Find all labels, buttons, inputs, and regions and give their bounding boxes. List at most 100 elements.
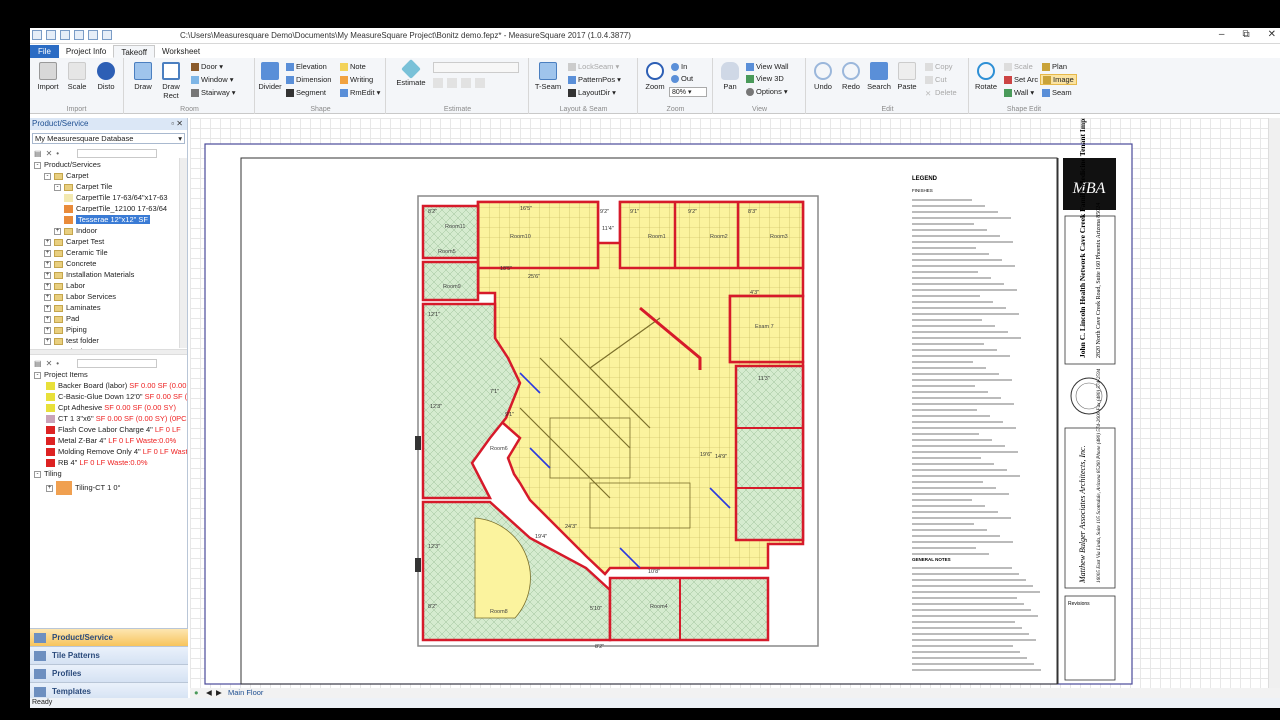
add-icon[interactable]: • (56, 149, 59, 158)
lockseam-button[interactable]: LockSeam ▾ (568, 62, 619, 71)
product-tree-item[interactable]: CarpetTile 17-63/64"x17-63 (34, 192, 187, 203)
scale-button[interactable]: Scale (63, 62, 91, 91)
project-item[interactable]: Flash Cove Labor Charge 4" LF 0 LF (34, 424, 187, 435)
plan-button[interactable]: Plan (1042, 62, 1067, 71)
product-tree-item[interactable]: - Carpet Tile (34, 181, 187, 192)
estimate-tool-icon[interactable] (447, 78, 457, 88)
image-button[interactable]: Image (1040, 74, 1077, 85)
note-button[interactable]: Note (340, 62, 366, 71)
save-icon[interactable] (60, 30, 70, 40)
product-tree-item[interactable]: + Indoor (34, 225, 187, 236)
product-tree-item[interactable]: + Carpet Test (34, 236, 187, 247)
zoom-button[interactable]: Zoom (641, 62, 669, 91)
expand-icon[interactable]: + (44, 271, 51, 279)
wall-button[interactable]: Wall ▾ (1004, 88, 1034, 97)
product-tree-item[interactable]: + Laminates (34, 302, 187, 313)
horizontal-scrollbar[interactable] (30, 349, 187, 355)
project-item[interactable]: Molding Remove Only 4" LF 0 LF Waste:0.0… (34, 446, 187, 457)
product-tree-item[interactable]: + Piping (34, 324, 187, 335)
redo-button[interactable]: Redo (837, 62, 865, 91)
product-search-input[interactable] (77, 148, 158, 158)
expand-icon[interactable]: + (44, 304, 51, 312)
writing-button[interactable]: Writing (340, 75, 373, 84)
print-icon[interactable] (102, 30, 112, 40)
tab-worksheet[interactable]: Worksheet (155, 45, 207, 58)
tiling-item[interactable]: + Tiling-CT 1 0° (34, 479, 187, 497)
product-tree-item[interactable]: + Labor (34, 280, 187, 291)
estimate-button[interactable]: Estimate (393, 59, 429, 87)
product-tree-item[interactable]: + Labor Services (34, 291, 187, 302)
product-tree-item[interactable]: + test folder (34, 335, 187, 346)
delete-icon[interactable]: ✕ (46, 359, 53, 368)
draw-button[interactable]: Draw (129, 62, 157, 91)
expand-icon[interactable]: + (44, 293, 51, 301)
expand-icon[interactable]: + (44, 337, 51, 345)
paste-button[interactable]: Paste (893, 62, 921, 91)
redo-icon[interactable] (88, 30, 98, 40)
product-tree-item[interactable]: + Pad (34, 313, 187, 324)
product-tree-scrollbar[interactable] (179, 158, 187, 348)
drawing-canvas[interactable]: MBA John C. Lincoln Health Network Cave … (190, 118, 1280, 688)
delete-icon[interactable]: ✕ (46, 149, 53, 158)
nav-tile-patterns[interactable]: Tile Patterns (30, 646, 188, 664)
product-tree-item[interactable]: - Carpet (34, 170, 187, 181)
expand-icon[interactable]: + (54, 227, 61, 235)
import-button[interactable]: Import (34, 62, 62, 91)
expand-icon[interactable]: + (44, 260, 51, 268)
copy-button[interactable]: Copy (925, 62, 953, 71)
prev-floor-icon[interactable]: ◀ (206, 688, 212, 698)
layoutdir-button[interactable]: LayoutDir ▾ (568, 88, 616, 97)
expand-icon[interactable]: + (44, 315, 51, 323)
project-items-root[interactable]: - Project Items (34, 369, 187, 380)
nav-profiles[interactable]: Profiles (30, 664, 188, 682)
maximize-button[interactable]: ⧉ (1242, 29, 1249, 40)
stairway-button[interactable]: Stairway ▾ (191, 88, 236, 97)
tiling-root[interactable]: - Tiling (34, 468, 187, 479)
expand-icon[interactable]: + (44, 282, 51, 290)
estimate-dropdown[interactable] (433, 62, 519, 73)
room-room9[interactable] (421, 260, 480, 302)
search-button[interactable]: Search (865, 62, 893, 91)
zoom-in-button[interactable]: In (671, 62, 687, 71)
delete-button[interactable]: ✕ Delete (925, 88, 957, 98)
undo-button[interactable]: Undo (809, 62, 837, 91)
tab-project-info[interactable]: Project Info (59, 45, 113, 58)
set-arc-button[interactable]: Set Arc (1004, 75, 1038, 84)
view-wall-button[interactable]: View Wall (746, 62, 789, 71)
product-tree-item[interactable]: Tesserae 12"x12" SF (34, 214, 187, 225)
expand-icon[interactable]: + (44, 238, 51, 246)
estimate-tool-icon[interactable] (461, 78, 471, 88)
database-select[interactable]: My Measuresquare Database ▾ (32, 133, 185, 144)
rotate-button[interactable]: Rotate (972, 62, 1000, 91)
collapse-icon[interactable]: - (34, 371, 41, 379)
cut-button[interactable]: Cut (925, 75, 947, 84)
minimize-button[interactable]: – (1219, 29, 1225, 40)
product-tree-item[interactable]: +Vinyl (34, 346, 187, 349)
divider-button[interactable]: Divider (256, 62, 284, 91)
view-3d-button[interactable]: View 3D (746, 74, 784, 83)
project-item[interactable]: CT 1 3"x6" SF 0.00 SF (0.00 SY) (0PCs) (34, 413, 187, 424)
elevation-button[interactable]: Elevation (286, 62, 327, 71)
add-icon[interactable]: • (56, 359, 59, 368)
product-tree-item[interactable]: + Ceramic Tile (34, 247, 187, 258)
window-button[interactable]: Window ▾ (191, 75, 233, 84)
vertical-scrollbar[interactable] (1268, 118, 1280, 688)
project-item[interactable]: RB 4" LF 0 LF Waste:0.0% (34, 457, 187, 468)
tab-file[interactable]: File (30, 45, 59, 58)
undo-icon[interactable] (74, 30, 84, 40)
expand-icon[interactable]: + (44, 326, 51, 334)
room-right-exam[interactable] (734, 364, 805, 542)
product-tree-item[interactable]: + Concrete (34, 258, 187, 269)
disto-button[interactable]: Disto (92, 62, 120, 91)
collapse-icon[interactable]: - (44, 172, 51, 180)
add-floor-icon[interactable]: ● (194, 688, 199, 698)
project-search-input[interactable] (77, 358, 158, 368)
product-tree-item[interactable]: - Product/Services (34, 159, 187, 170)
dimension-button[interactable]: Dimension (286, 75, 331, 84)
collapse-icon[interactable]: - (34, 161, 41, 169)
close-button[interactable]: ✕ (1268, 29, 1276, 40)
nav-product-service[interactable]: Product/Service (30, 628, 188, 646)
pan-button[interactable]: Pan (716, 62, 744, 91)
collapse-icon[interactable]: - (54, 183, 61, 191)
product-tree-item[interactable]: + Installation Materials (34, 269, 187, 280)
